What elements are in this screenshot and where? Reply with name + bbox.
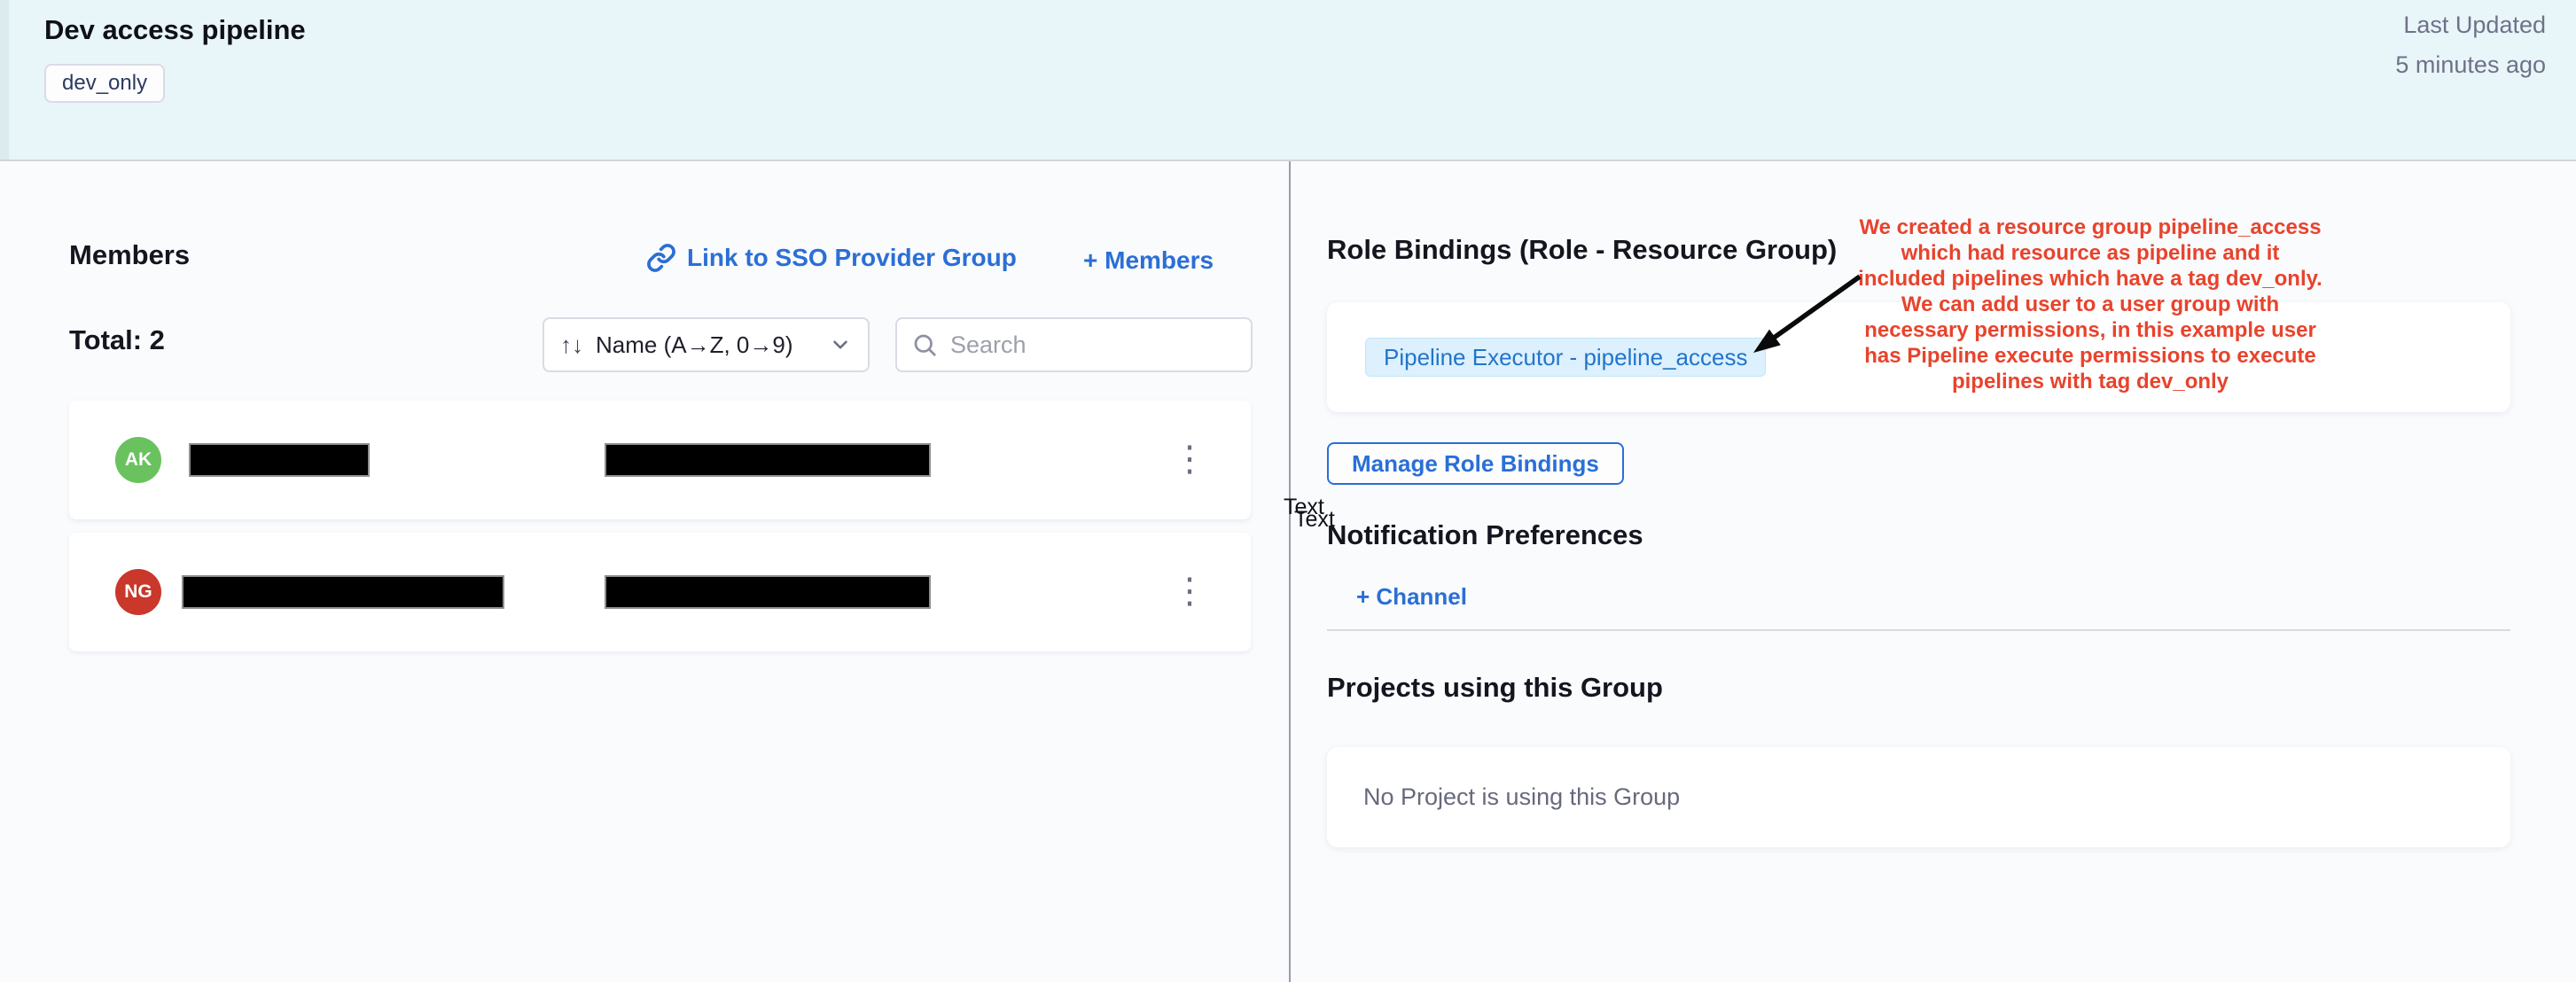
annotation-line: pipelines with tag dev_only [1851,369,2330,394]
redacted-member-email [605,575,931,609]
projects-empty-card: No Project is using this Group [1327,747,2510,847]
search-icon [911,331,938,358]
page-title: Dev access pipeline [44,14,306,46]
last-updated-label: Last Updated [2395,5,2546,45]
redacted-member-name [189,443,370,477]
sort-selected-option: Name (A→Z, 0→9) [596,331,793,359]
section-divider [1327,629,2510,631]
annotation-line: necessary permissions, in this example u… [1851,317,2330,343]
member-row: NG ⋮ [69,533,1251,651]
notification-preferences-heading: Notification Preferences [1327,519,1643,551]
projects-heading: Projects using this Group [1327,672,1663,704]
group-tag-chip: dev_only [44,64,165,103]
sort-dropdown[interactable]: ↑↓ Name (A→Z, 0→9) [543,317,870,372]
page-header: Dev access pipeline dev_only Last Update… [0,0,2576,161]
member-row: AK ⋮ [69,401,1251,519]
manage-role-bindings-button[interactable]: Manage Role Bindings [1327,442,1624,485]
annotation-line: We created a resource group pipeline_acc… [1851,214,2330,240]
annotation-line: included pipelines which have a tag dev_… [1851,266,2330,292]
redacted-member-name [182,575,504,609]
avatar: NG [115,569,161,615]
role-binding-chip: Pipeline Executor - pipeline_access [1365,338,1766,377]
avatar: AK [115,437,161,483]
annotation-arrow [1724,257,1879,368]
last-updated-value: 5 minutes ago [2395,45,2546,85]
members-heading: Members [69,239,190,271]
header-left-strip [0,0,9,160]
annotation-line: which had resource as pipeline and it [1851,240,2330,266]
annotation-note: We created a resource group pipeline_acc… [1851,214,2330,394]
kebab-menu-icon[interactable]: ⋮ [1172,429,1209,489]
kebab-menu-icon[interactable]: ⋮ [1172,561,1209,621]
link-sso-label: Link to SSO Provider Group [687,244,1017,272]
members-total: Total: 2 [69,324,165,356]
annotation-line: We can add user to a user group with [1851,292,2330,317]
link-icon [646,243,676,273]
add-members-button[interactable]: + Members [1083,246,1214,275]
projects-empty-message: No Project is using this Group [1363,783,1680,811]
annotation-line: has Pipeline execute permissions to exec… [1851,343,2330,369]
user-group-detail-page: Dev access pipeline dev_only Last Update… [0,0,2576,982]
add-channel-button[interactable]: + Channel [1356,583,1467,611]
link-sso-provider-button[interactable]: Link to SSO Provider Group [646,243,1017,273]
last-updated: Last Updated 5 minutes ago [2395,5,2546,85]
sort-arrows-icon: ↑↓ [560,331,583,359]
search-input[interactable] [950,331,1264,359]
panel-divider [1289,161,1291,982]
chevron-down-icon [829,333,852,356]
search-field [895,317,1253,372]
redacted-member-email [605,443,931,477]
